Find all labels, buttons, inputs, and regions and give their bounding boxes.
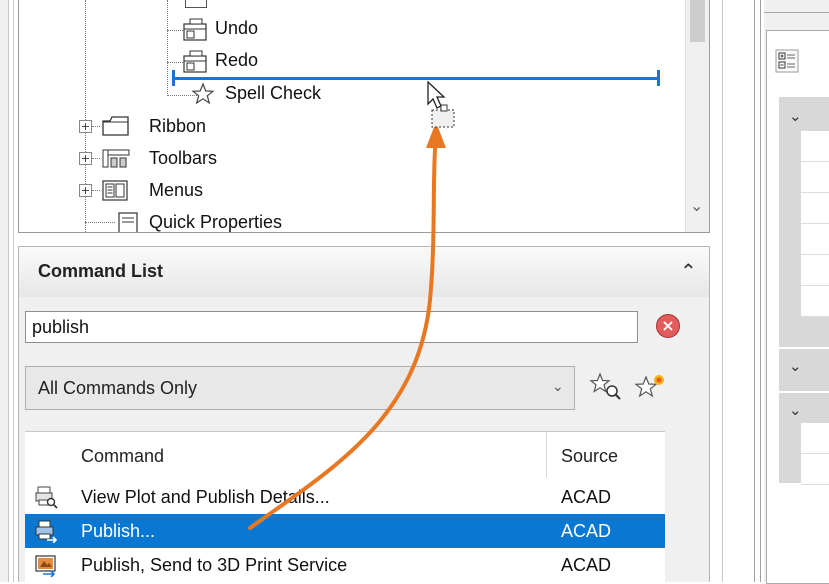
drag-arrow-overlay [248, 80, 455, 530]
drag-copy-icon [440, 104, 448, 112]
drag-copy-icon [431, 109, 455, 128]
mouse-pointer-icon [427, 80, 446, 109]
drag-path-arrow [248, 133, 438, 530]
